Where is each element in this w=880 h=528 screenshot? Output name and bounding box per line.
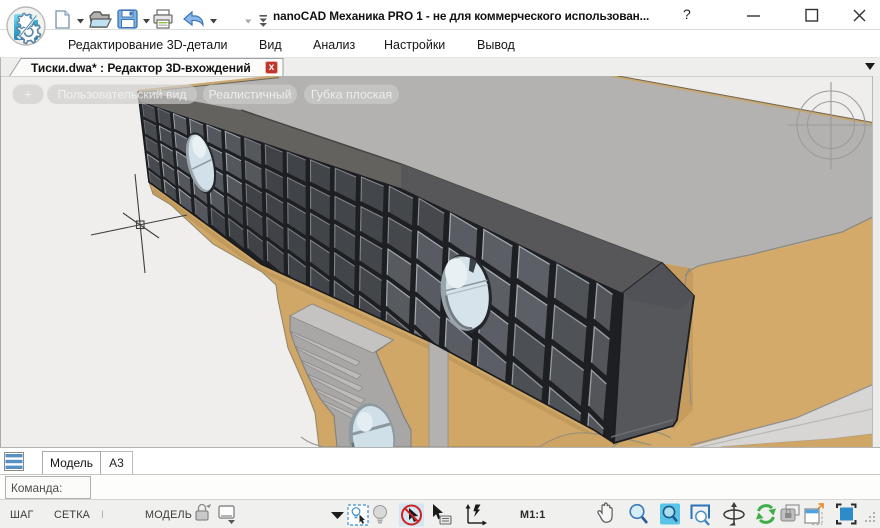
svg-text:Пользовательский вид: Пользовательский вид <box>57 88 186 102</box>
svg-text:+: + <box>24 87 32 102</box>
svg-text:Реалистичный: Реалистичный <box>209 88 292 102</box>
svg-text:Губка плоская: Губка плоская <box>311 88 392 102</box>
